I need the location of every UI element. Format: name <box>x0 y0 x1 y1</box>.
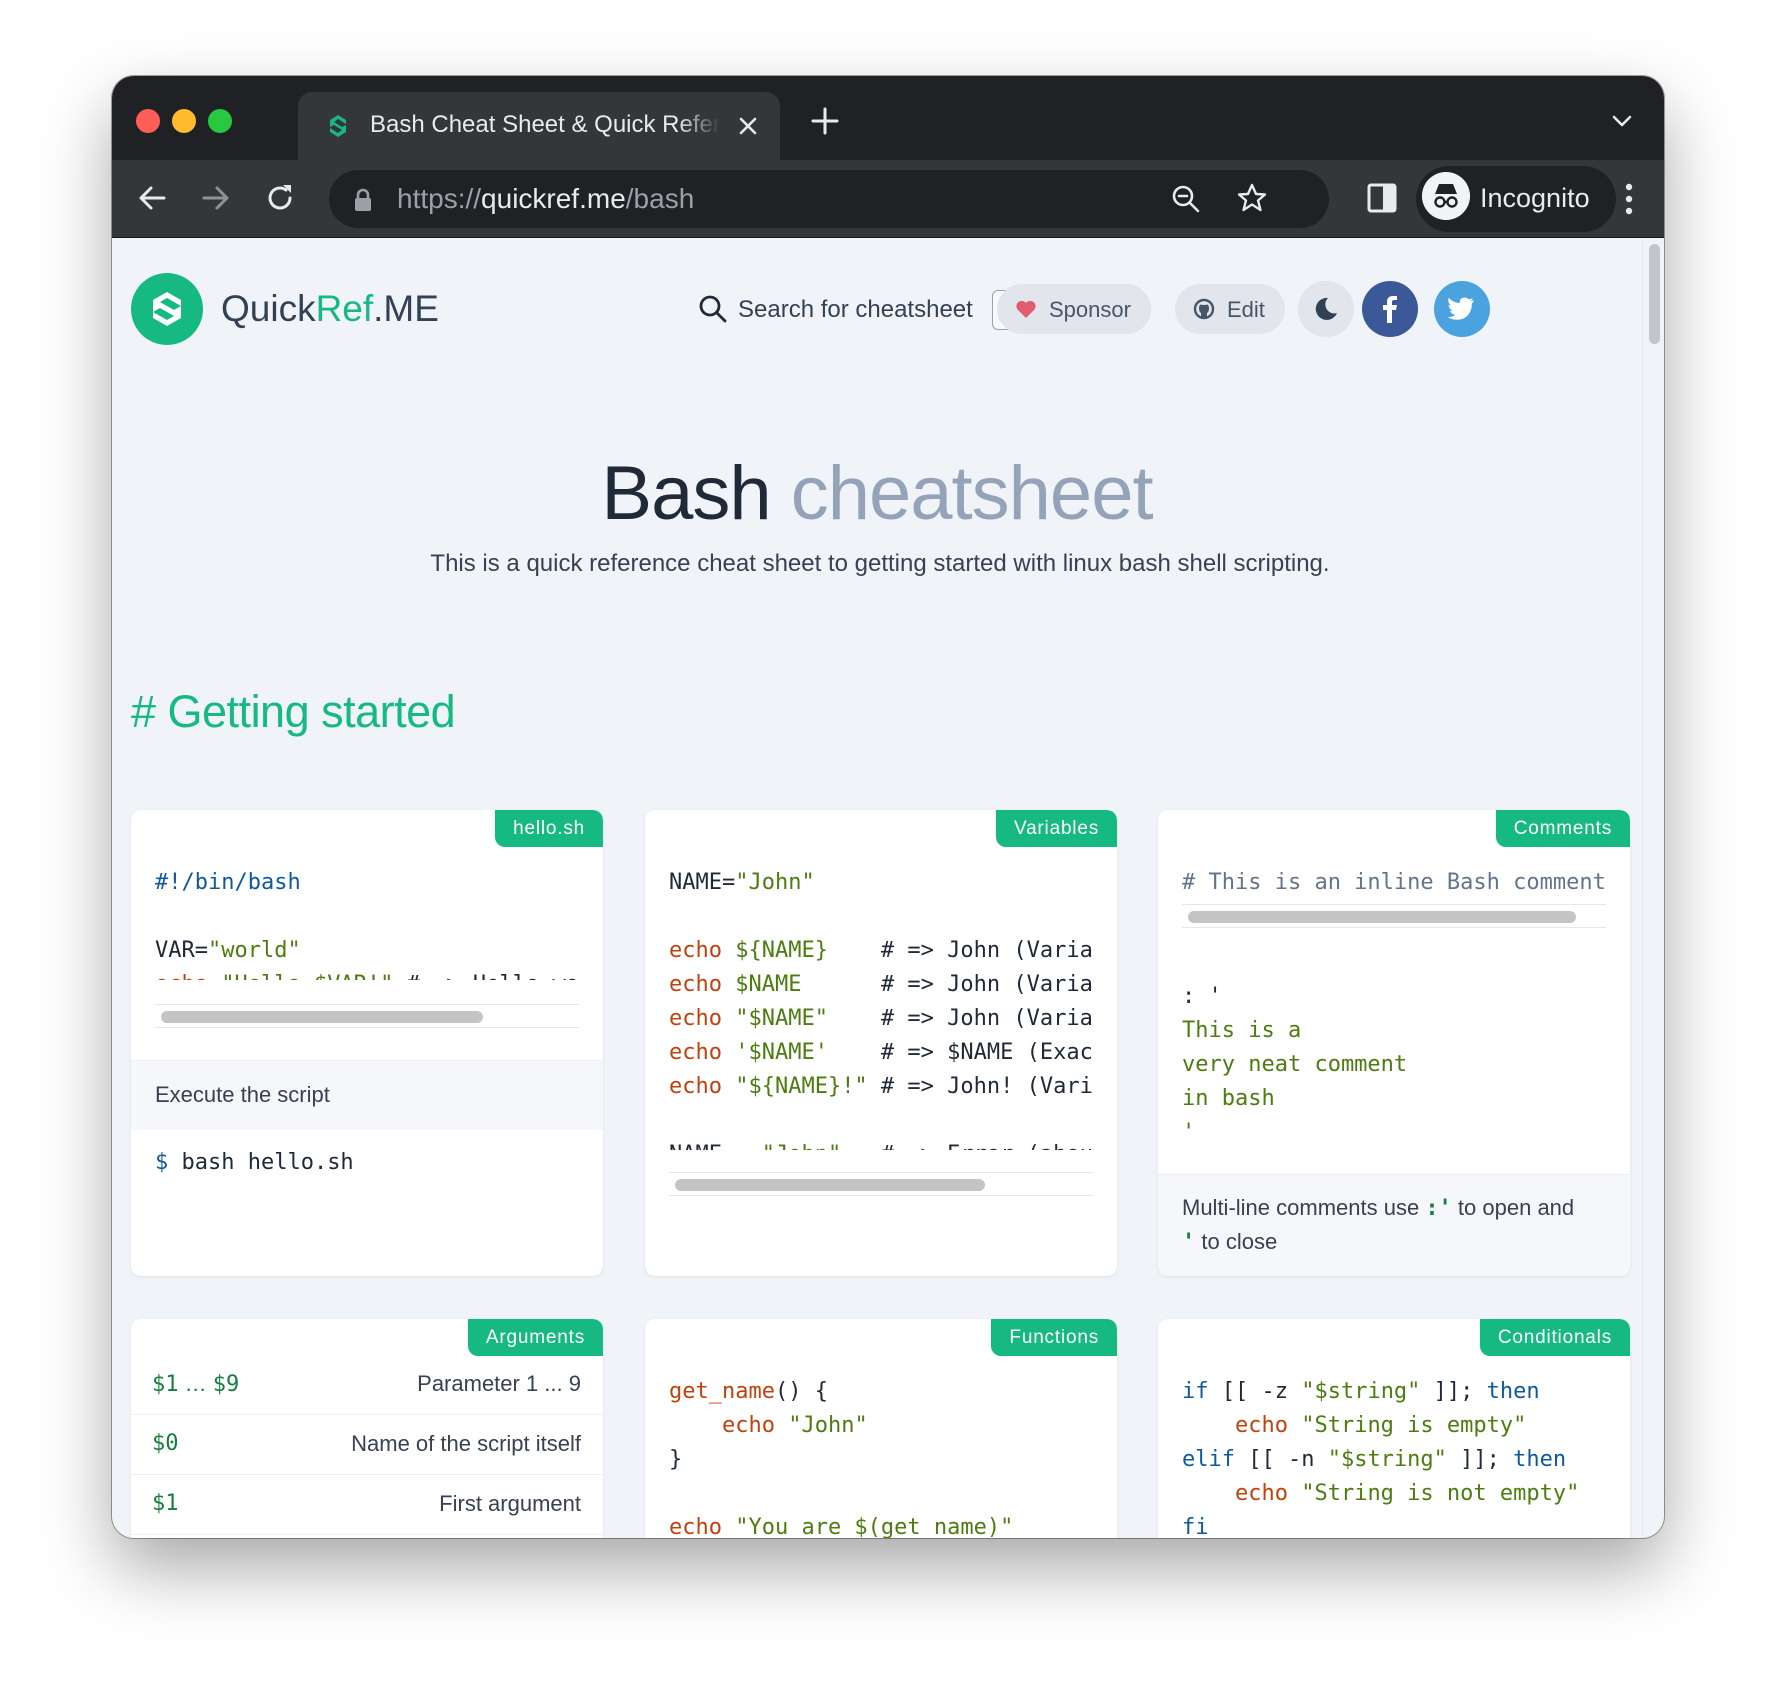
card-comments: Comments # This is an inline Bash commen… <box>1158 810 1630 1276</box>
quickref-favicon-icon <box>330 115 346 137</box>
page-content: QuickRef.ME Search for cheatsheet ⌘ K Sp… <box>112 238 1642 1538</box>
note-text: Execute the script <box>155 1082 330 1107</box>
scrollbar-thumb[interactable] <box>161 1011 483 1023</box>
card-variables: Variables NAME="John" echo ${NAME} # => … <box>645 810 1117 1276</box>
card-arguments: Arguments $1 … $9 Parameter 1 ... 9 $0 N… <box>131 1319 603 1538</box>
tab-close-icon[interactable] <box>736 114 760 138</box>
sponsor-button[interactable]: Sponsor <box>997 284 1151 334</box>
card-badge: Arguments <box>467 1319 603 1356</box>
page-title: Bash cheatsheet <box>601 451 1153 536</box>
search-label: Search for cheatsheet <box>738 296 973 323</box>
code-block: : ' This is a very neat comment in bash … <box>1182 984 1408 1145</box>
code-block: # This is an inline Bash comment. <box>1182 870 1606 895</box>
github-icon <box>1193 298 1215 320</box>
back-icon[interactable] <box>134 180 170 216</box>
incognito-icon <box>1422 172 1470 220</box>
card-functions: Functions get_name() { echo "John" } ech… <box>645 1319 1117 1538</box>
dark-mode-toggle[interactable] <box>1298 281 1354 337</box>
incognito-label: Incognito <box>1480 183 1590 213</box>
code-block: $ bash hello.sh <box>155 1150 354 1175</box>
facebook-icon <box>1383 296 1397 323</box>
browser-window: Bash Cheat Sheet & Quick Reference <box>112 76 1664 1538</box>
code-horizontal-scrollbar[interactable] <box>1182 904 1606 928</box>
card-badge: Comments <box>1495 810 1630 847</box>
note-text: Multi-line comments use :' to open and ' … <box>1182 1195 1575 1255</box>
card-badge: hello.sh <box>495 810 603 847</box>
code-block: if [[ -z "$string" ]]; then echo "String… <box>1182 1379 1580 1538</box>
tab-strip: Bash Cheat Sheet & Quick Reference <box>112 76 1664 160</box>
code-block: NAME="John" echo ${NAME} # => John (Vari… <box>669 870 1093 1150</box>
minimize-window-button[interactable] <box>172 109 196 133</box>
page-subtitle: This is a quick reference cheat sheet to… <box>430 550 1330 577</box>
card-badge: Conditionals <box>1479 1319 1630 1356</box>
sponsor-label: Sponsor <box>1049 297 1131 322</box>
incognito-profile-button[interactable]: Incognito <box>1416 166 1616 232</box>
argument-key: $1 … $9 <box>152 1371 240 1397</box>
twitter-share-button[interactable] <box>1434 281 1490 337</box>
argument-description: Parameter 1 ... 9 <box>417 1371 581 1396</box>
star-icon[interactable] <box>1235 181 1269 215</box>
scrollbar-thumb[interactable] <box>675 1179 985 1191</box>
moon-icon <box>1315 297 1337 320</box>
site-logo[interactable]: QuickRef.ME <box>221 288 439 330</box>
code-block: #!/bin/bash VAR="world" echo "Hello $VAR… <box>155 870 579 980</box>
section-heading-getting-started[interactable]: # Getting started <box>131 686 456 738</box>
facebook-share-button[interactable] <box>1362 281 1418 337</box>
card-badge: Variables <box>996 810 1117 847</box>
twitter-icon <box>1447 297 1474 320</box>
quickref-logo-icon[interactable] <box>131 273 203 345</box>
zoom-icon[interactable] <box>1169 182 1203 216</box>
tab-search-chevron-icon[interactable] <box>1610 112 1634 130</box>
argument-row: $0 Name of the script itself <box>131 1415 603 1475</box>
argument-description: Name of the script itself <box>351 1431 581 1456</box>
argument-description: First argument <box>439 1491 581 1516</box>
argument-key: $1 <box>152 1491 179 1516</box>
new-tab-icon[interactable] <box>808 104 842 138</box>
kebab-menu-icon[interactable] <box>1624 182 1634 216</box>
browser-toolbar: https://quickref.me/bash Incognito <box>112 160 1664 238</box>
side-panel-icon[interactable] <box>1364 180 1400 216</box>
address-bar[interactable]: https://quickref.me/bash <box>329 170 1329 228</box>
card-conditionals: Conditionals if [[ -z "$string" ]]; then… <box>1158 1319 1630 1538</box>
argument-row: $1 First argument <box>131 1475 603 1535</box>
argument-key: $0 <box>152 1431 179 1456</box>
edit-label: Edit <box>1227 297 1265 322</box>
code-horizontal-scrollbar[interactable] <box>669 1172 1093 1196</box>
card-note: Multi-line comments use :' to open and ' … <box>1158 1174 1630 1276</box>
heart-icon <box>1016 300 1036 318</box>
maximize-window-button[interactable] <box>208 109 232 133</box>
active-tab[interactable]: Bash Cheat Sheet & Quick Reference <box>298 92 780 160</box>
code-horizontal-scrollbar[interactable] <box>155 1004 579 1028</box>
reload-icon[interactable] <box>262 180 298 216</box>
page-scrollbar-thumb[interactable] <box>1649 244 1660 344</box>
lock-icon[interactable] <box>353 188 373 212</box>
card-hello-sh: hello.sh #!/bin/bash VAR="world" echo "H… <box>131 810 603 1276</box>
close-window-button[interactable] <box>136 109 160 133</box>
search-icon <box>699 295 727 323</box>
url-text[interactable]: https://quickref.me/bash <box>397 183 694 215</box>
card-badge: Functions <box>991 1319 1117 1356</box>
forward-icon[interactable] <box>198 180 234 216</box>
code-block: get_name() { echo "John" } echo "You are… <box>669 1379 1014 1538</box>
scrollbar-thumb[interactable] <box>1188 911 1576 923</box>
card-note: Execute the script <box>131 1060 603 1130</box>
argument-row: $1 … $9 Parameter 1 ... 9 <box>131 1355 603 1415</box>
tab-title: Bash Cheat Sheet & Quick Reference <box>370 111 720 138</box>
page-scrollbar[interactable] <box>1642 238 1664 1538</box>
edit-button[interactable]: Edit <box>1175 284 1285 334</box>
